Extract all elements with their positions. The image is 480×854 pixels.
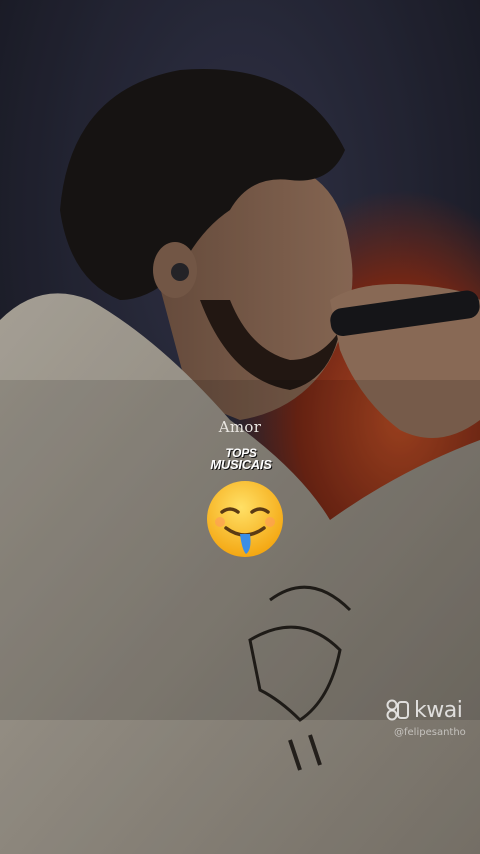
- kwai-watermark: kwai: [386, 697, 463, 723]
- drooling-face-icon: [204, 478, 286, 560]
- kwai-brand-text: kwai: [414, 697, 463, 723]
- kwai-camera-icon: [386, 699, 410, 721]
- logo-line-2: MUSICAIS: [210, 457, 272, 472]
- tops-musicais-logo: TOPS MUSICAIS: [196, 447, 286, 474]
- lyric-caption: Amor: [218, 418, 262, 436]
- creator-handle: @felipesantho: [394, 727, 466, 738]
